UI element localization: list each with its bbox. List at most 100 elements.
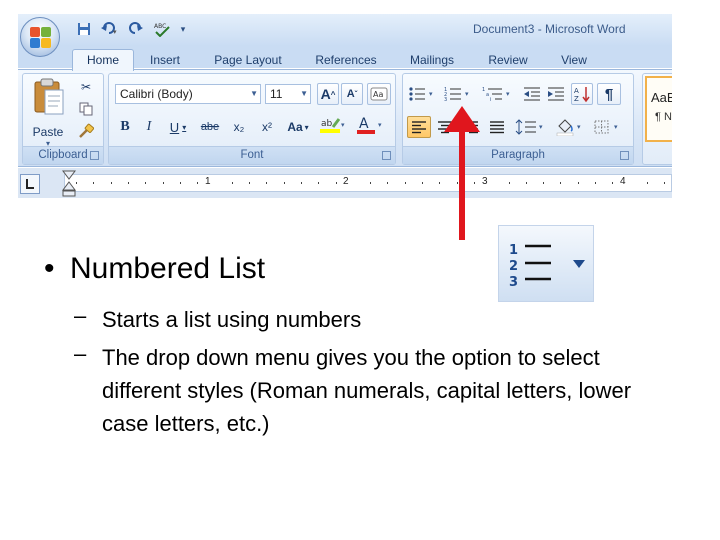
redo-icon[interactable] <box>126 20 146 38</box>
ruler-tick <box>249 182 250 184</box>
multilevel-list-button[interactable]: 1 a i ▾ <box>481 83 515 105</box>
svg-text:A: A <box>574 87 579 95</box>
ruler-tick <box>145 182 147 184</box>
indent-marker[interactable] <box>62 170 76 198</box>
office-button[interactable] <box>20 17 60 57</box>
dash-icon: – <box>74 303 87 328</box>
increase-indent-button[interactable] <box>545 83 567 105</box>
font-name-combo[interactable]: Calibri (Body) ▼ <box>115 84 261 104</box>
ruler-tick <box>283 182 285 184</box>
ruler-tick <box>162 182 164 184</box>
borders-icon: ▾ <box>594 120 618 134</box>
office-logo-icon <box>30 27 51 48</box>
save-icon[interactable] <box>74 20 94 38</box>
word-ribbon-screenshot: ▾ ABC ▾ Document3 - Microsoft Word Home … <box>18 14 672 198</box>
style-normal-label: ¶ N <box>655 111 672 123</box>
font-dialog-launcher[interactable] <box>382 151 391 160</box>
align-left-button[interactable] <box>407 116 431 138</box>
paragraph-group-label: Paragraph <box>403 146 633 164</box>
svg-text:Z: Z <box>574 95 579 103</box>
numbering-button[interactable]: 1 2 3 ▾ <box>443 83 475 105</box>
ruler-tick <box>231 182 233 184</box>
font-group-label: Font <box>109 146 395 164</box>
clipboard-group: Paste ▾ ✂ Clipboard <box>22 73 104 165</box>
italic-button[interactable]: I <box>139 116 159 138</box>
bold-button[interactable]: B <box>115 116 135 138</box>
format-painter-icon[interactable] <box>75 120 97 142</box>
bullets-button[interactable]: ▾ <box>407 83 437 105</box>
strikethrough-button[interactable]: abe <box>197 116 223 138</box>
line-spacing-button[interactable]: ▾ <box>513 116 549 138</box>
copy-icon[interactable] <box>75 98 97 120</box>
shrink-font-button[interactable]: Aˇ <box>341 83 363 105</box>
svg-text:▾: ▾ <box>539 124 543 131</box>
ruler-tick <box>525 182 527 184</box>
svg-text:3: 3 <box>444 97 447 102</box>
tab-review[interactable]: Review <box>482 50 534 70</box>
bullet-icon: • <box>44 252 55 285</box>
underline-button[interactable]: U ▾ <box>163 116 193 138</box>
customize-qat-icon[interactable]: ▾ <box>178 20 188 38</box>
numbered-list-icon: 1 2 3 <box>509 243 585 290</box>
grow-font-button[interactable]: A ^ <box>317 83 339 105</box>
subscript-button[interactable]: x₂ <box>227 116 251 138</box>
svg-text:▾: ▾ <box>577 124 581 131</box>
tab-references[interactable]: References <box>308 50 384 70</box>
font-name-value: Calibri (Body) <box>120 87 193 101</box>
justify-button[interactable] <box>485 116 509 138</box>
tab-page-layout[interactable]: Page Layout <box>206 50 290 70</box>
superscript-button[interactable]: x² <box>255 116 279 138</box>
show-hide-marks-button[interactable]: ¶ <box>597 83 621 105</box>
quick-access-toolbar: ▾ ABC ▾ <box>74 20 188 38</box>
clear-formatting-button[interactable]: Aa <box>367 83 391 105</box>
red-pointer-arrow <box>444 106 480 240</box>
tab-selector[interactable] <box>20 174 40 194</box>
tab-home[interactable]: Home <box>72 49 134 71</box>
ruler-tick <box>664 182 666 184</box>
highlight-button[interactable]: ab ▾ <box>317 114 349 136</box>
svg-text:▾: ▾ <box>465 91 469 98</box>
svg-text:i: i <box>490 97 491 102</box>
decrease-indent-button[interactable] <box>521 83 543 105</box>
paste-label: Paste <box>32 125 64 139</box>
ruler-tick <box>508 182 510 184</box>
underline-label: U <box>169 119 180 135</box>
clipboard-dialog-launcher[interactable] <box>90 151 99 160</box>
ruler-tick <box>76 182 77 184</box>
paste-button[interactable]: Paste ▾ <box>29 76 67 148</box>
font-color-button[interactable]: A ▾ <box>353 114 387 136</box>
style-normal-tile[interactable]: AaB ¶ N <box>645 76 672 142</box>
spelling-icon[interactable]: ABC <box>152 20 172 38</box>
undo-icon[interactable]: ▾ <box>100 20 120 38</box>
svg-text:▾: ▾ <box>614 124 618 131</box>
tab-insert[interactable]: Insert <box>140 50 190 70</box>
increase-indent-icon <box>548 87 564 101</box>
ruler-tick <box>197 182 199 184</box>
cut-icon[interactable]: ✂ <box>75 76 97 98</box>
sort-button[interactable]: AZ <box>571 83 593 105</box>
change-case-button[interactable]: Aa ▾ <box>283 116 313 138</box>
svg-text:1: 1 <box>509 243 518 258</box>
paragraph-dialog-launcher[interactable] <box>620 151 629 160</box>
justify-icon <box>490 121 504 134</box>
chevron-down-icon <box>573 260 585 268</box>
ruler-tick <box>646 182 648 184</box>
bulleted-list-icon: ▾ <box>409 87 433 101</box>
font-group: Calibri (Body) ▼ 11 ▼ A ^ Aˇ Aa B I U ▾ ab… <box>108 73 396 165</box>
horizontal-ruler[interactable] <box>64 174 672 192</box>
shading-button[interactable]: ▾ <box>553 116 587 138</box>
tab-mailings[interactable]: Mailings <box>402 50 462 70</box>
sort-icon: AZ <box>574 87 590 103</box>
tab-view[interactable]: View <box>552 50 596 70</box>
svg-text:ABC: ABC <box>154 23 166 30</box>
ruler-tick <box>560 182 562 184</box>
borders-button[interactable]: ▾ <box>591 116 625 138</box>
font-size-combo[interactable]: 11 ▼ <box>265 84 311 104</box>
style-preview-text: AaB <box>651 90 672 105</box>
ruler-number-1: 1 <box>205 176 211 187</box>
ruler-tick <box>612 182 614 184</box>
svg-text:ab: ab <box>321 119 333 129</box>
svg-text:3: 3 <box>509 275 518 290</box>
bullet-title: Numbered List <box>70 252 266 285</box>
sub-point-text: The drop down menu gives you the option … <box>102 345 632 436</box>
